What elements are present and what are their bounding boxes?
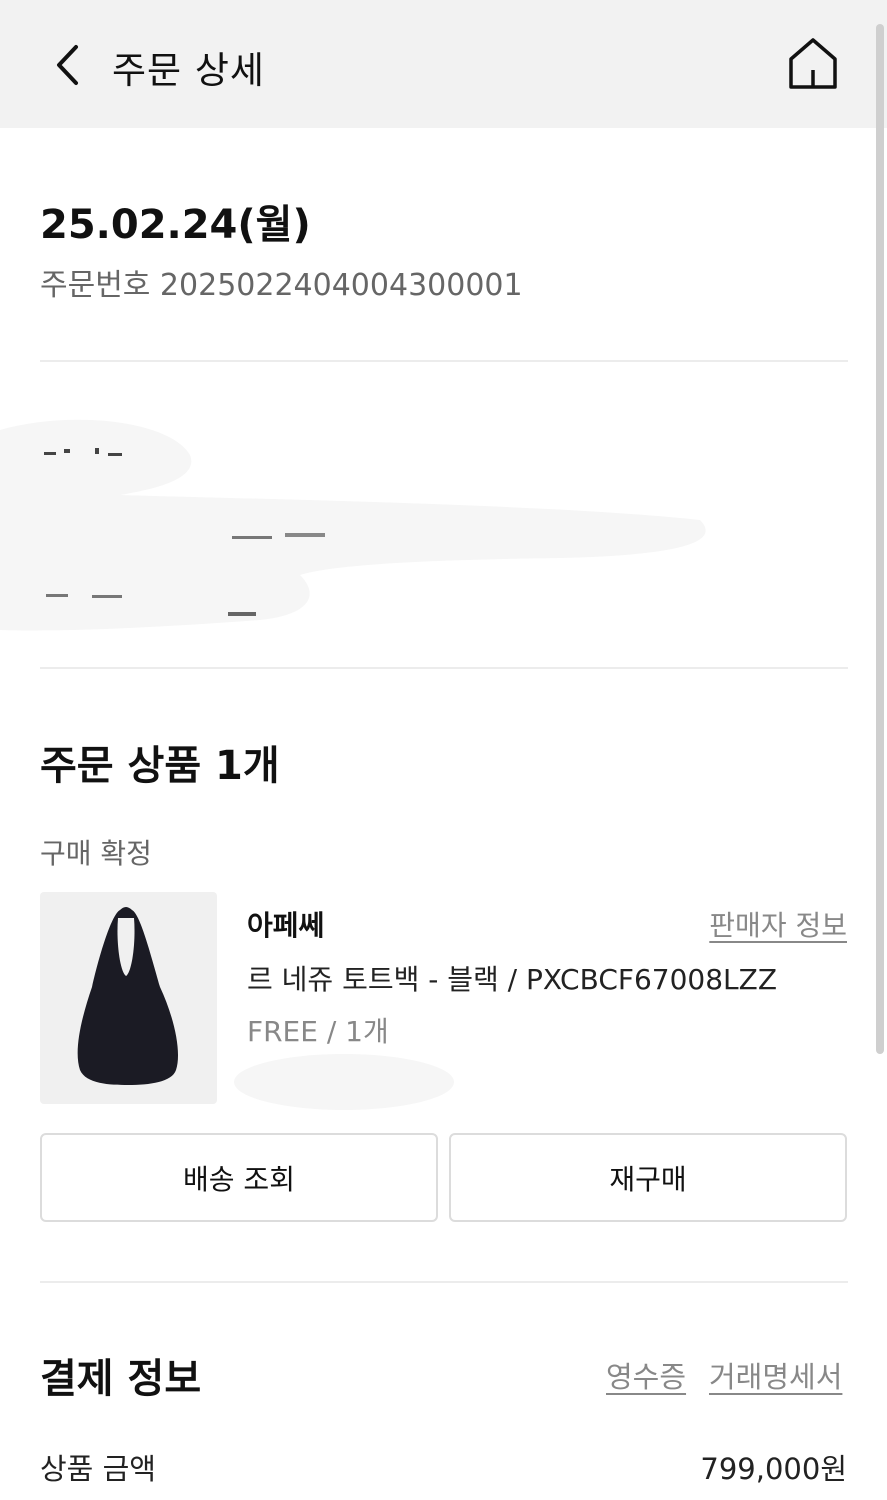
tote-bag-image — [77, 907, 179, 1085]
order-status-label: 구매 확정 — [40, 837, 152, 870]
section-title-payment: 결제 정보 — [40, 1356, 202, 1402]
brand-name[interactable]: 아페쎄 — [247, 904, 324, 944]
receipt-link[interactable]: 영수증 — [606, 1354, 686, 1396]
scrollbar[interactable] — [876, 24, 884, 1054]
top-bar: 주문 상세 — [0, 0, 887, 128]
order-date: 25.02.24(월) — [40, 202, 311, 248]
rebuy-button[interactable]: 재구매 — [449, 1133, 847, 1222]
section-title-order-items: 주문 상품 1개 — [40, 743, 280, 789]
divider — [40, 1281, 848, 1283]
page-title: 주문 상세 — [112, 49, 265, 92]
redacted-address-block — [0, 419, 706, 631]
seller-info-link[interactable]: 판매자 정보 — [709, 904, 847, 944]
back-button[interactable] — [48, 40, 88, 90]
product-option: FREE / 1개 — [247, 1015, 389, 1048]
home-button[interactable] — [786, 36, 840, 92]
order-number: 주문번호 2025022404004300001 — [40, 268, 523, 303]
track-shipping-button[interactable]: 배송 조회 — [40, 1133, 438, 1222]
product-image[interactable] — [40, 892, 217, 1104]
divider — [40, 360, 848, 362]
home-icon — [789, 38, 837, 89]
redacted-price — [234, 1054, 454, 1110]
product-amount-label: 상품 금액 — [40, 1452, 156, 1486]
chevron-left-icon — [57, 45, 78, 85]
divider — [40, 667, 848, 669]
product-amount-value: 799,000원 — [700, 1452, 847, 1486]
product-name[interactable]: 르 네쥬 토트백 - 블랙 / PXCBCF67008LZZ — [247, 958, 777, 998]
transaction-statement-link[interactable]: 거래명세서 — [709, 1354, 842, 1396]
